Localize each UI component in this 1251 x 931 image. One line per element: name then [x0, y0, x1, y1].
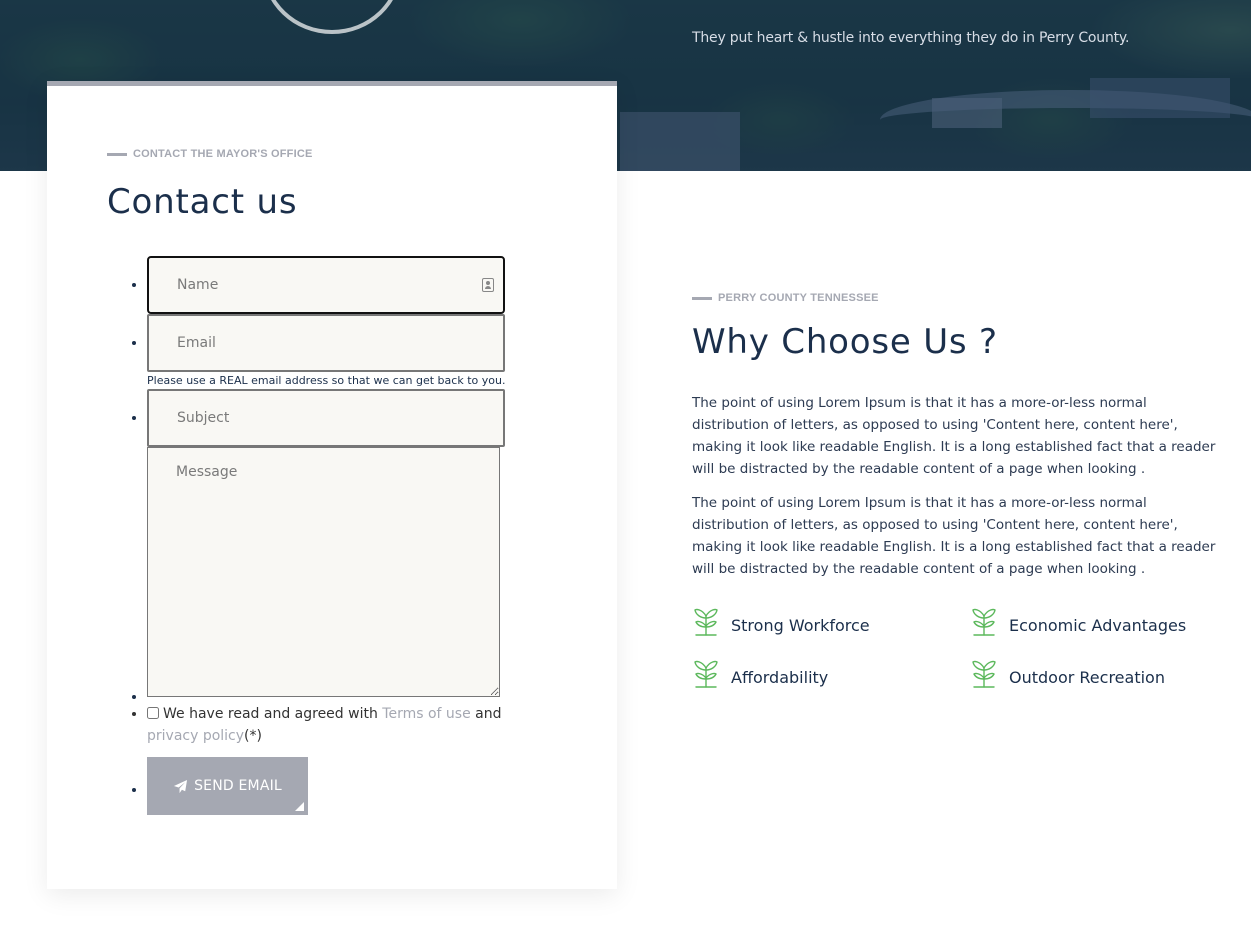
contact-form: Please use a REAL email address so that … [147, 256, 567, 815]
features-grid: Strong Workforce Economic Advantages Aff… [692, 606, 1222, 688]
terms-link[interactable]: Terms of use [382, 706, 470, 722]
contact-card: CONTACT THE MAYOR'S OFFICE Contact us Pl… [47, 81, 617, 889]
required-mark: (*) [244, 728, 262, 744]
feature-label: Affordability [731, 668, 829, 687]
privacy-link[interactable]: privacy policy [147, 728, 244, 744]
paper-plane-icon [174, 779, 188, 793]
form-item-send: SEND EMAIL [147, 747, 567, 815]
send-email-label: SEND EMAIL [194, 778, 282, 794]
why-paragraph: The point of using Lorem Ipsum is that i… [692, 395, 1216, 477]
contact-eyebrow: CONTACT THE MAYOR'S OFFICE [107, 148, 313, 160]
hero-road [880, 90, 1251, 150]
feature-label: Strong Workforce [731, 616, 870, 635]
contact-card-icon[interactable] [482, 278, 494, 292]
form-item-name [147, 256, 567, 314]
feature-label: Economic Advantages [1009, 616, 1187, 635]
why-paragraph: The point of using Lorem Ipsum is that i… [692, 495, 1216, 577]
why-title: Why Choose Us ? [692, 322, 998, 362]
contact-eyebrow-text: CONTACT THE MAYOR'S OFFICE [133, 148, 313, 160]
email-hint: Please use a REAL email address so that … [147, 374, 506, 387]
hero-building [620, 112, 740, 171]
hero-building [932, 98, 1002, 128]
email-input[interactable] [147, 314, 505, 372]
feature-item: Outdoor Recreation [970, 658, 1220, 688]
button-corner-decoration [295, 802, 304, 811]
feature-label: Outdoor Recreation [1009, 668, 1165, 687]
hero-parking-lot [1090, 78, 1230, 118]
feature-item: Strong Workforce [692, 606, 970, 636]
feature-item: Economic Advantages [970, 606, 1220, 636]
form-item-email: Please use a REAL email address so that … [147, 314, 567, 387]
name-input[interactable] [147, 256, 505, 314]
form-item-subject [147, 389, 567, 447]
form-item-agree: We have read and agreed with Terms of us… [147, 703, 537, 747]
form-item-message [147, 447, 567, 697]
contact-title: Contact us [107, 182, 298, 222]
why-eyebrow-text: PERRY COUNTY TENNESSEE [718, 292, 879, 304]
sprout-icon [694, 608, 718, 636]
agree-checkbox[interactable] [147, 707, 159, 719]
sprout-icon [972, 660, 996, 688]
hero-tagline: They put heart & hustle into everything … [692, 30, 1130, 46]
send-email-button[interactable]: SEND EMAIL [147, 757, 308, 815]
agree-prefix: We have read and agreed with [163, 706, 378, 722]
subject-input[interactable] [147, 389, 505, 447]
eyebrow-bar [692, 296, 712, 300]
eyebrow-bar [107, 152, 127, 156]
why-choose-us-section: PERRY COUNTY TENNESSEE Why Choose Us ? T… [692, 292, 1222, 688]
why-eyebrow: PERRY COUNTY TENNESSEE [692, 292, 1222, 304]
message-textarea[interactable] [147, 447, 500, 697]
agree-and: and [475, 706, 502, 722]
sprout-icon [972, 608, 996, 636]
sprout-icon [694, 660, 718, 688]
feature-item: Affordability [692, 658, 970, 688]
